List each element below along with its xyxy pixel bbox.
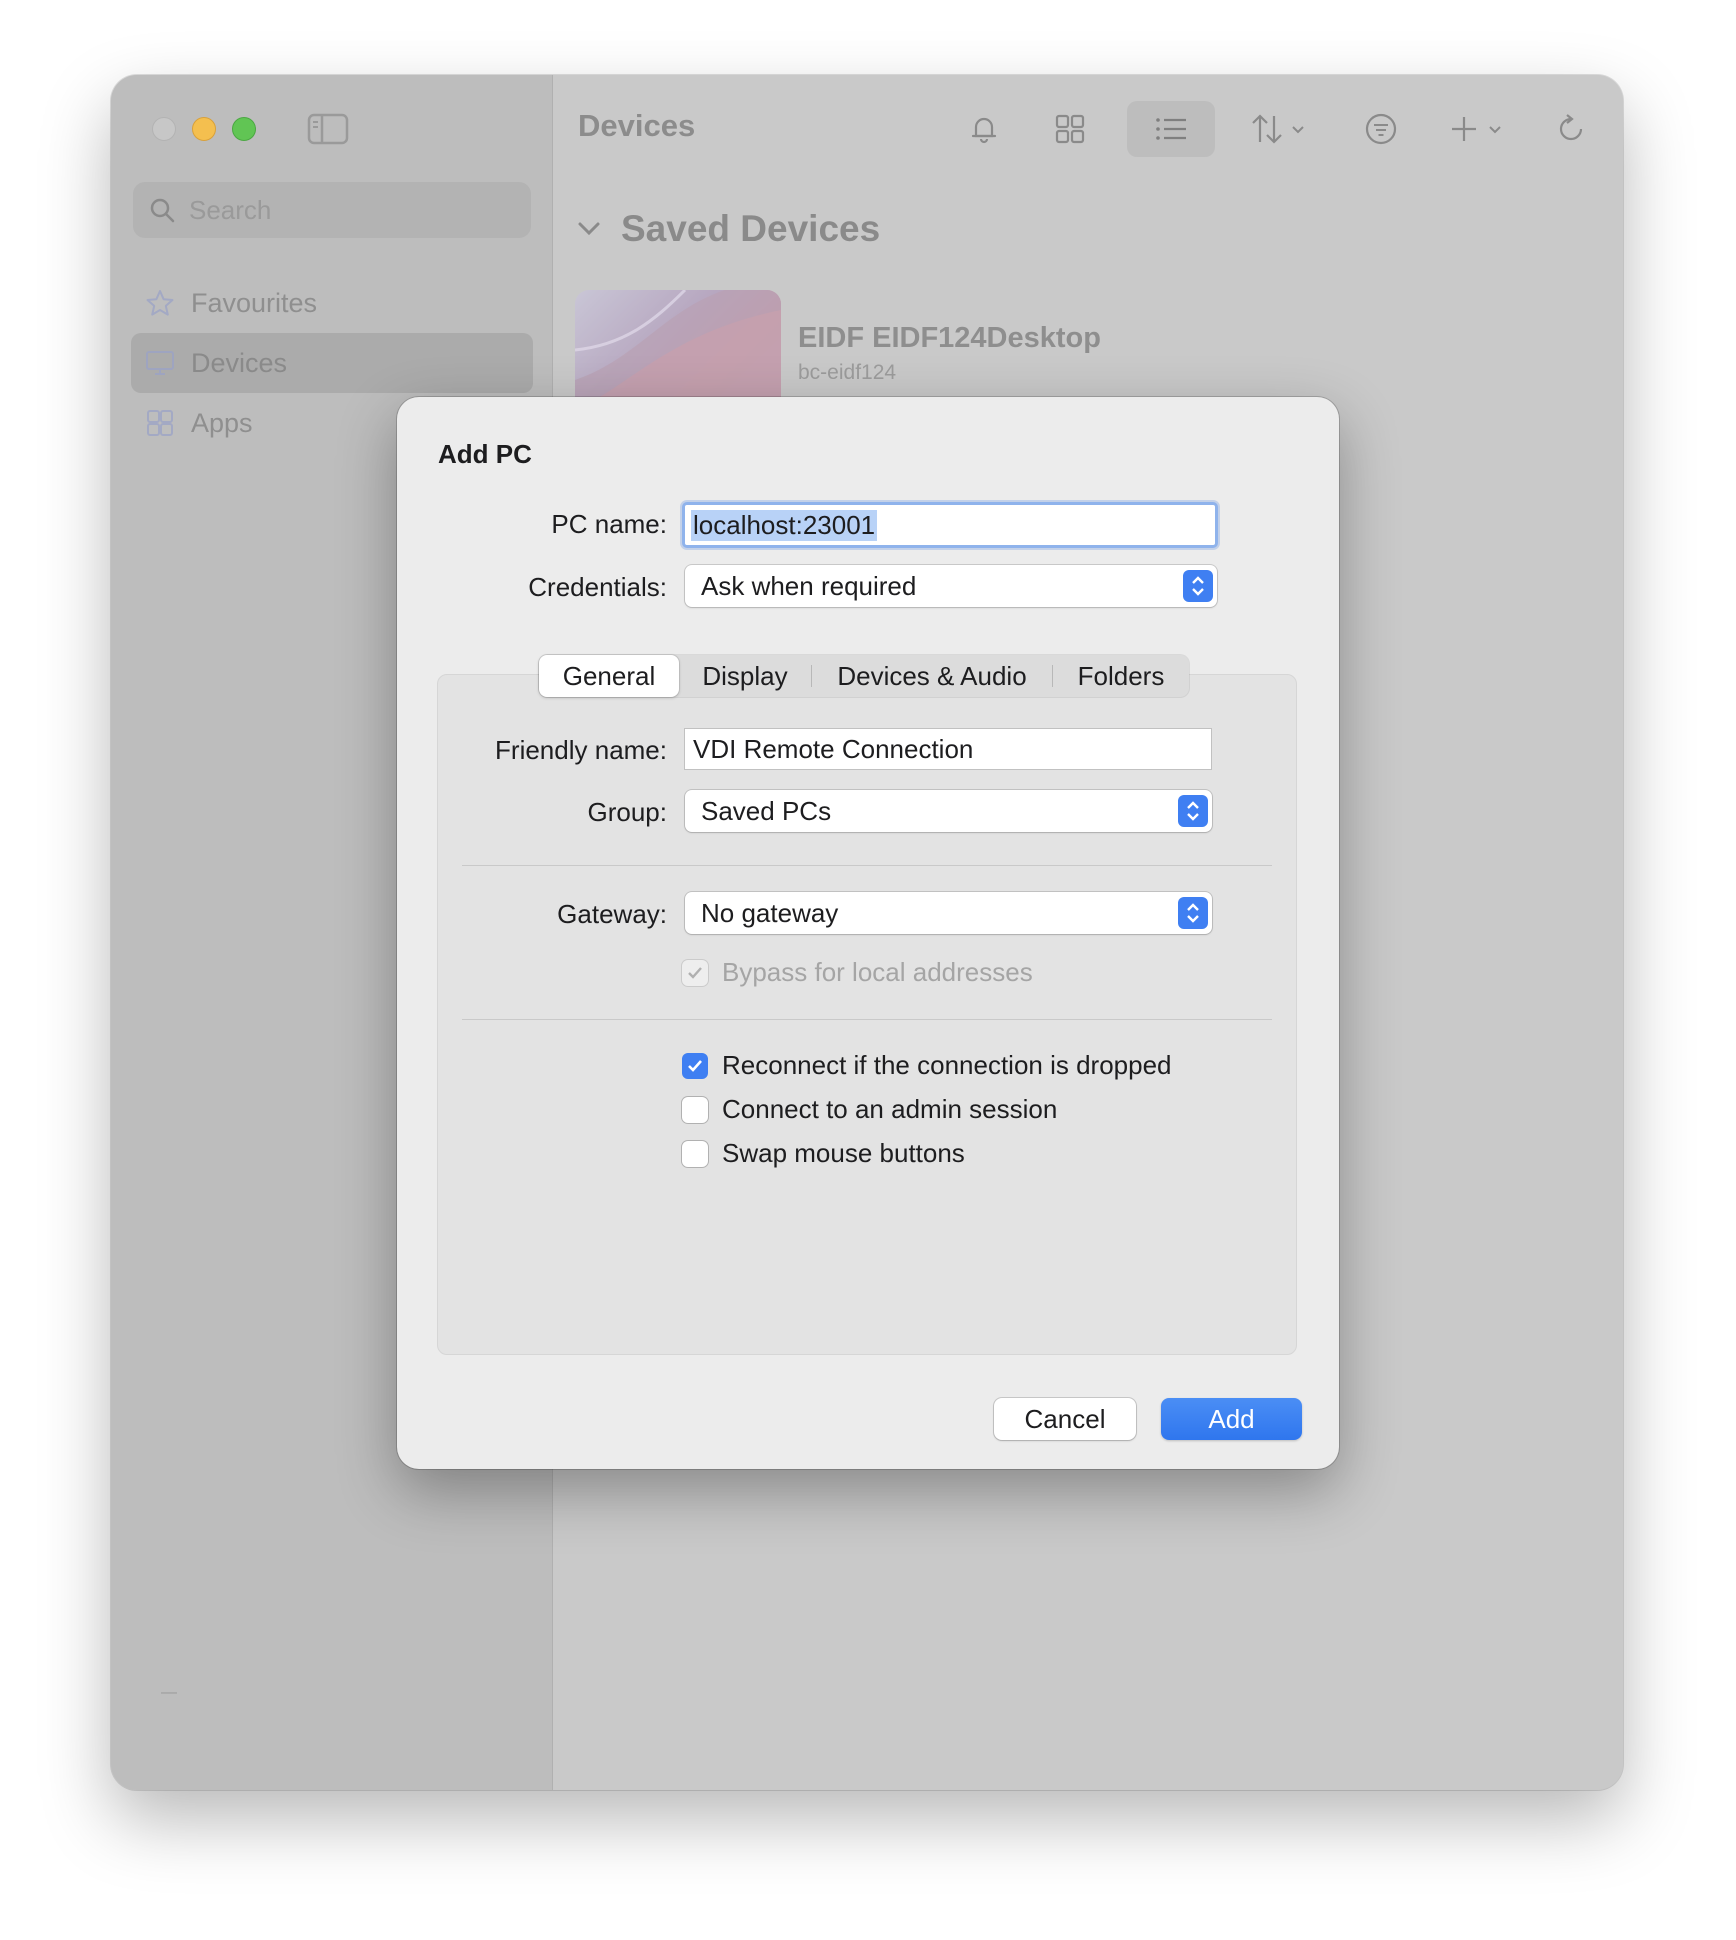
sidebar-toggle-icon[interactable] — [307, 113, 349, 145]
maximize-window-button[interactable] — [232, 117, 256, 141]
sidebar-item-label: Apps — [191, 407, 253, 438]
device-host: bc-eidf124 — [798, 361, 897, 384]
notifications-button[interactable] — [957, 101, 1011, 157]
bell-icon — [971, 117, 997, 144]
settings-tabs: General Display Devices & Audio Folders — [539, 655, 1189, 697]
chevron-down-icon — [578, 222, 600, 236]
group-popup[interactable]: Saved PCs — [685, 790, 1212, 832]
sidebar-item-favourites[interactable]: Favourites — [131, 273, 533, 333]
section-title: Saved Devices — [621, 208, 881, 249]
credentials-popup[interactable]: Ask when required — [685, 565, 1217, 607]
checkbox-box — [682, 1140, 708, 1167]
swap-mouse-label: Swap mouse buttons — [722, 1138, 965, 1168]
tab-general[interactable]: General — [539, 655, 679, 697]
add-button[interactable]: Add — [1161, 1398, 1302, 1440]
search-icon — [150, 198, 175, 223]
apps-icon — [147, 410, 173, 436]
reconnect-checkbox[interactable]: Reconnect if the connection is dropped — [682, 1050, 1172, 1081]
sidebar-item-label: Favourites — [191, 287, 318, 318]
credentials-label: Credentials: — [528, 572, 667, 602]
filter-button[interactable] — [1353, 101, 1409, 157]
sidebar-item-label: Devices — [191, 347, 288, 378]
dialog-title: Add PC — [438, 439, 532, 469]
updown-chevron-icon — [1178, 897, 1208, 929]
pc-name-value: localhost:23001 — [691, 509, 878, 541]
grid-view-button[interactable] — [1043, 101, 1097, 157]
tab-devices-audio[interactable]: Devices & Audio — [812, 655, 1052, 697]
bypass-local-label: Bypass for local addresses — [722, 957, 1033, 987]
device-name[interactable]: EIDF EIDF124Desktop — [798, 322, 1101, 355]
filter-icon — [1365, 113, 1397, 145]
pc-name-label: PC name: — [551, 509, 667, 539]
group-label: Group: — [587, 797, 668, 827]
grid-view-icon — [1055, 114, 1085, 144]
group-value: Saved PCs — [701, 795, 832, 826]
list-view-icon — [1156, 118, 1186, 140]
updown-chevron-icon — [1183, 570, 1213, 602]
reconnect-label: Reconnect if the connection is dropped — [722, 1050, 1172, 1080]
saved-devices-header[interactable]: Saved Devices — [575, 208, 880, 250]
checkbox-box — [682, 959, 708, 986]
friendly-name-label: Friendly name: — [495, 735, 667, 765]
sidebar-item-devices[interactable]: Devices — [131, 333, 533, 393]
star-icon — [146, 290, 174, 316]
checkbox-box — [682, 1052, 708, 1079]
gateway-label: Gateway: — [557, 899, 667, 929]
list-view-button[interactable] — [1127, 101, 1215, 157]
search-placeholder: Search — [189, 194, 272, 225]
friendly-name-field[interactable]: VDI Remote Connection — [685, 729, 1211, 769]
refresh-button[interactable] — [1543, 101, 1599, 157]
add-icon — [1452, 117, 1501, 141]
minimize-window-button[interactable] — [192, 117, 216, 141]
tab-folders[interactable]: Folders — [1053, 655, 1189, 697]
add-pc-dialog: Add PC PC name: localhost:23001 Credenti… — [397, 397, 1339, 1469]
add-menu-button[interactable] — [1433, 101, 1523, 157]
credentials-value: Ask when required — [701, 570, 917, 601]
search-field[interactable]: Search — [133, 182, 531, 238]
updown-chevron-icon — [1178, 795, 1208, 827]
divider — [462, 1019, 1272, 1020]
sort-button[interactable] — [1233, 101, 1323, 157]
admin-session-label: Connect to an admin session — [722, 1094, 1058, 1124]
monitor-icon — [146, 351, 174, 375]
bypass-local-checkbox[interactable]: Bypass for local addresses — [682, 957, 1033, 988]
refresh-icon — [1559, 114, 1583, 141]
pc-name-field[interactable]: localhost:23001 — [682, 502, 1218, 548]
swap-mouse-checkbox[interactable]: Swap mouse buttons — [682, 1138, 965, 1169]
close-window-button[interactable] — [152, 117, 176, 141]
admin-session-checkbox[interactable]: Connect to an admin session — [682, 1094, 1057, 1125]
settings-panel — [437, 674, 1297, 1355]
tab-display[interactable]: Display — [679, 655, 811, 697]
checkbox-box — [682, 1096, 708, 1123]
sort-icon — [1252, 114, 1304, 144]
cancel-button[interactable]: Cancel — [994, 1398, 1136, 1440]
page-title: Devices — [578, 108, 696, 143]
gateway-value: No gateway — [701, 897, 839, 928]
gateway-popup[interactable]: No gateway — [685, 892, 1212, 934]
device-thumbnail[interactable] — [575, 290, 781, 400]
divider — [462, 865, 1272, 866]
sidebar-footer: — — [161, 1684, 177, 1701]
